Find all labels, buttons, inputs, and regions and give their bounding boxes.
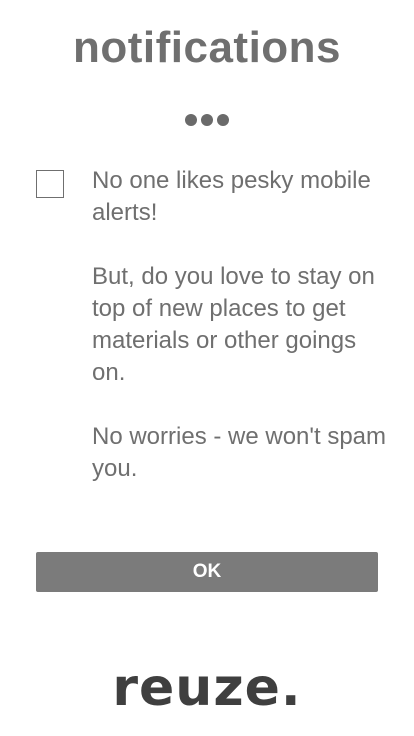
notifications-checkbox[interactable] [36,170,64,198]
pager-dot [217,114,229,126]
pager-dot [201,114,213,126]
reuze-logo: reuze. [112,658,302,718]
pager-dots [0,114,414,126]
pager-dot [185,114,197,126]
message-paragraph-1: No one likes pesky mobile alerts! [92,167,371,226]
notification-message: No one likes pesky mobile alerts! But, d… [92,165,392,485]
message-paragraph-2: But, do you love to stay on top of new p… [92,263,375,386]
page-title: notifications [72,23,342,72]
message-paragraph-3: No worries - we won't spam you. [92,423,386,482]
ok-button[interactable]: OK [36,552,378,592]
